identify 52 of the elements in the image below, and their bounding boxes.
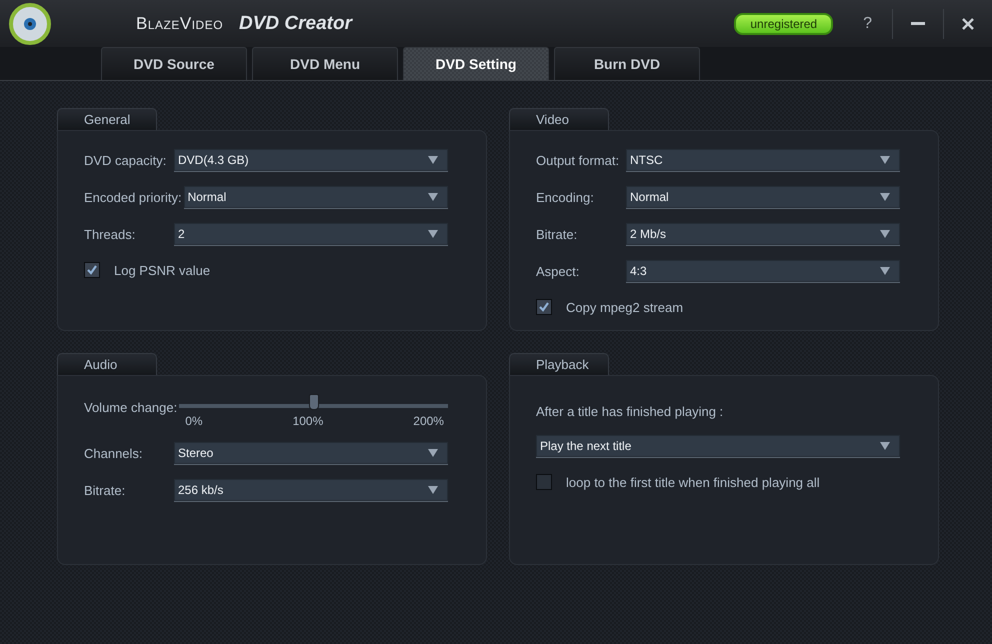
- caret-icon: [880, 267, 890, 275]
- field-label: Output format:: [536, 153, 620, 168]
- dropdown[interactable]: NTSC: [626, 149, 900, 172]
- field-label: Bitrate:: [84, 483, 126, 498]
- tab[interactable]: Burn DVD: [554, 47, 700, 80]
- field-label: Encoding:: [536, 190, 595, 205]
- registration-button[interactable]: unregistered: [734, 12, 834, 34]
- dropdown[interactable]: 2: [174, 223, 448, 246]
- slider-tick-label: 100%: [292, 414, 324, 428]
- caret-icon: [880, 442, 890, 450]
- checkbox[interactable]: [536, 474, 552, 490]
- caret-icon: [428, 193, 438, 201]
- caret-icon: [880, 156, 890, 164]
- minimize-icon[interactable]: [911, 22, 925, 26]
- checkbox-label: Log PSNR value: [114, 262, 210, 278]
- slider-tick-label: 0%: [185, 414, 203, 428]
- field-label: DVD capacity:: [84, 153, 168, 168]
- checkbox-label: Copy mpeg2 stream: [566, 300, 684, 314]
- dropdown[interactable]: Normal: [184, 186, 448, 209]
- checkbox[interactable]: [536, 299, 552, 315]
- slider-tick-label: 200%: [413, 414, 444, 428]
- field-label: Channels:: [84, 446, 144, 461]
- dropdown[interactable]: Play the next title: [536, 435, 900, 458]
- dropdown[interactable]: DVD(4.3 GB): [174, 149, 448, 172]
- tab[interactable]: DVD Source: [101, 47, 247, 80]
- caret-icon: [428, 486, 438, 494]
- slider-thumb[interactable]: [308, 394, 319, 410]
- brand-name: BlazeVideo: [136, 14, 224, 34]
- caret-icon: [880, 193, 890, 201]
- disc-logo-icon: [8, 2, 52, 46]
- field-label: Threads:: [84, 227, 136, 242]
- caret-icon: [880, 230, 890, 238]
- close-icon[interactable]: [962, 18, 974, 30]
- caret-icon: [428, 230, 438, 238]
- window-title: DVD Creator: [239, 12, 352, 34]
- field-label: Aspect:: [536, 264, 580, 279]
- dropdown[interactable]: 256 kb/s: [174, 479, 448, 502]
- dropdown[interactable]: Stereo: [174, 442, 448, 465]
- field-label: Bitrate:: [536, 227, 578, 242]
- field-label: Volume change:: [84, 400, 178, 415]
- tab[interactable]: DVD Setting: [403, 47, 549, 80]
- help-button[interactable]: ?: [857, 14, 878, 32]
- dropdown[interactable]: 4:3: [626, 260, 900, 283]
- field-label: Encoded priority:: [84, 190, 182, 205]
- caret-icon: [428, 156, 438, 164]
- prompt-text: After a title has finished playing :: [536, 404, 724, 419]
- checkbox-label: loop to the first title when finished playing all: [566, 474, 820, 490]
- dropdown[interactable]: Normal: [626, 186, 900, 209]
- dropdown[interactable]: 2 Mb/s: [626, 223, 900, 246]
- tab[interactable]: DVD Menu: [252, 47, 398, 80]
- caret-icon: [428, 449, 438, 457]
- checkbox[interactable]: [84, 262, 100, 278]
